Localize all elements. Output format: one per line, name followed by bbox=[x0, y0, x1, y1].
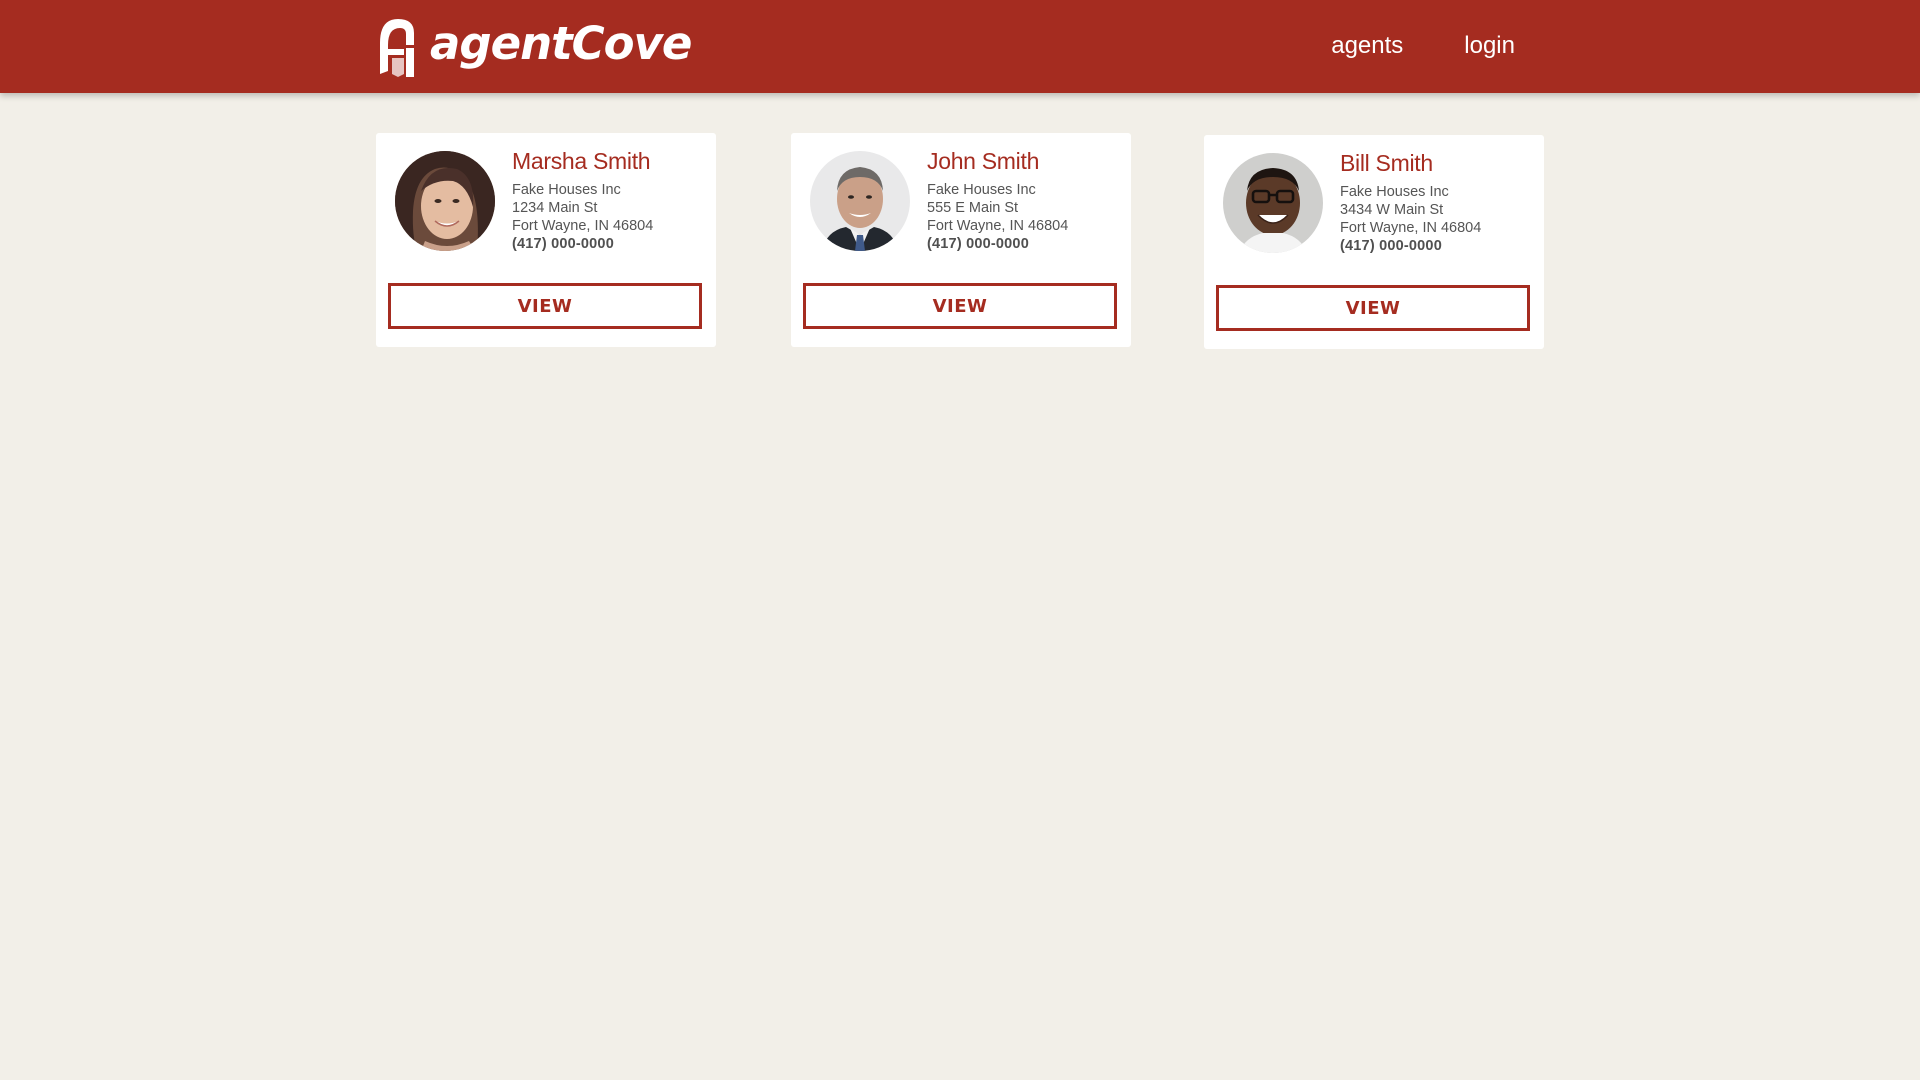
agent-city: Fort Wayne, IN 46804 bbox=[927, 218, 1069, 234]
agent-city: Fort Wayne, IN 46804 bbox=[512, 218, 654, 234]
agent-card: Bill Smith Fake Houses Inc 3434 W Main S… bbox=[1204, 135, 1544, 349]
agent-street: 555 E Main St bbox=[927, 200, 1019, 216]
agent-company: Fake Houses Inc bbox=[927, 182, 1036, 198]
agent-details: Fake Houses Inc 1234 Main St Fort Wayne,… bbox=[512, 181, 653, 253]
agent-details: Fake Houses Inc 3434 W Main St Fort Wayn… bbox=[1340, 183, 1481, 255]
nav-link-agents[interactable]: agents bbox=[1331, 28, 1403, 64]
agent-street: 3434 W Main St bbox=[1340, 202, 1444, 218]
agent-card: Marsha Smith Fake Houses Inc 1234 Main S… bbox=[376, 133, 716, 347]
agent-name: Bill Smith bbox=[1340, 150, 1433, 176]
agent-company: Fake Houses Inc bbox=[1340, 184, 1449, 200]
agent-card: John Smith Fake Houses Inc 555 E Main St… bbox=[791, 133, 1131, 347]
view-agent-button[interactable]: VIEW bbox=[1216, 285, 1530, 331]
avatar bbox=[395, 151, 495, 251]
main-nav: agents login bbox=[1331, 28, 1515, 64]
brand-name: agentCove bbox=[430, 16, 692, 70]
top-navbar: agentCove agents login bbox=[0, 0, 1920, 93]
avatar bbox=[1223, 153, 1323, 253]
agent-phone: (417) 000-0000 bbox=[927, 236, 1029, 252]
agentcove-logo-icon bbox=[380, 19, 414, 77]
agent-street: 1234 Main St bbox=[512, 200, 598, 216]
nav-link-login[interactable]: login bbox=[1464, 28, 1515, 64]
brand-logo-link[interactable]: agentCove bbox=[378, 16, 692, 77]
agent-phone: (417) 000-0000 bbox=[512, 236, 614, 252]
view-agent-button[interactable]: VIEW bbox=[803, 283, 1117, 329]
agent-name: Marsha Smith bbox=[512, 148, 651, 174]
agent-name: John Smith bbox=[927, 148, 1040, 174]
view-agent-button[interactable]: VIEW bbox=[388, 283, 702, 329]
agent-details: Fake Houses Inc 555 E Main St Fort Wayne… bbox=[927, 181, 1068, 253]
agent-city: Fort Wayne, IN 46804 bbox=[1340, 220, 1482, 236]
agent-company: Fake Houses Inc bbox=[512, 182, 621, 198]
avatar bbox=[810, 151, 910, 251]
agent-phone: (417) 000-0000 bbox=[1340, 238, 1442, 254]
